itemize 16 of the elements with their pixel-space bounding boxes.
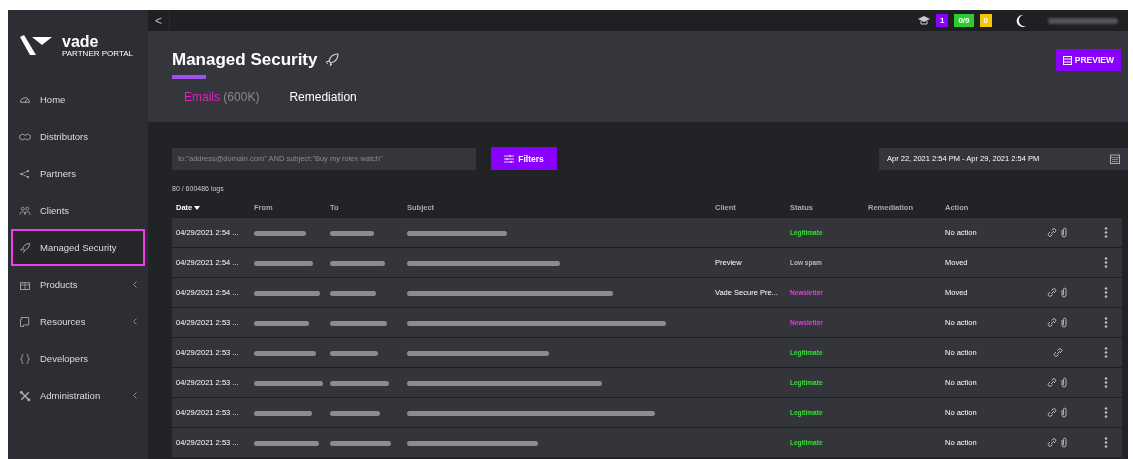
brand-subtitle: PARTNER PORTAL	[62, 48, 133, 58]
tab[interactable]: Remediation	[289, 90, 357, 104]
sidebar-item[interactable]: Developers	[11, 340, 145, 377]
sidebar-item[interactable]: Clients	[11, 192, 145, 229]
page-title: Managed Security	[172, 50, 318, 70]
sidebar-item[interactable]: Products	[11, 266, 145, 303]
preview-button[interactable]: PREVIEW	[1055, 49, 1121, 71]
sidebar-item[interactable]: Administration	[11, 377, 145, 414]
count-badge[interactable]: 1	[935, 14, 949, 27]
brand-name: vade	[62, 34, 100, 49]
sidebar-item[interactable]: Partners	[11, 155, 145, 192]
sidebar-item[interactable]: Home	[11, 81, 145, 118]
filters-button[interactable]: Filters	[491, 147, 557, 170]
sidebar-item[interactable]: Distributors	[11, 118, 145, 155]
sidebar-item[interactable]: Resources	[11, 303, 145, 340]
sidebar-item[interactable]: Managed Security	[11, 229, 145, 266]
